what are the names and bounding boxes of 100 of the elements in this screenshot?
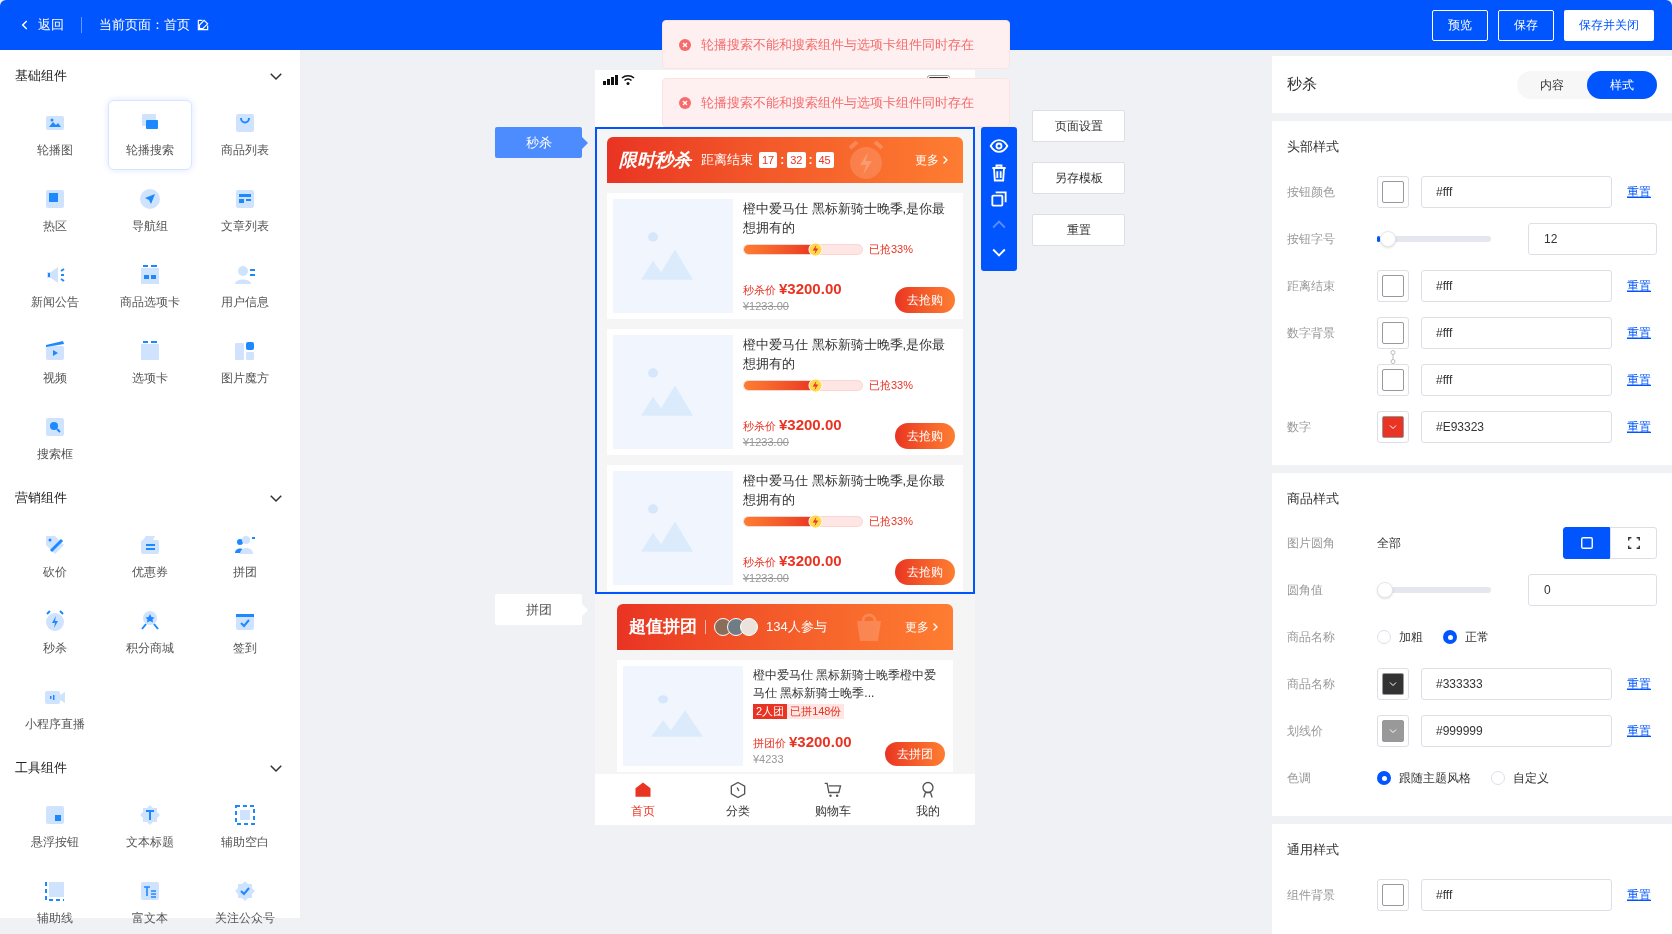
save-and-close-button[interactable]: 保存并关闭	[1564, 9, 1654, 41]
component-item[interactable]: 图片魔方	[203, 328, 288, 398]
radio-button[interactable]	[1377, 630, 1391, 644]
color-value-field[interactable]: #333333	[1421, 668, 1612, 700]
color-swatch[interactable]	[1377, 316, 1409, 349]
color-value-field[interactable]: #fff	[1421, 363, 1612, 396]
component-item[interactable]: 视频	[12, 328, 97, 398]
original-price: ¥1233.00	[743, 572, 790, 585]
component-item[interactable]: 搜索框	[12, 404, 97, 474]
page-action-button[interactable]: 另存模板	[1032, 162, 1125, 194]
reset-link[interactable]: 重置	[1627, 417, 1651, 436]
component-item[interactable]: 关注公众号	[203, 868, 288, 934]
single-corners-button[interactable]	[1610, 527, 1657, 559]
reset-link[interactable]: 重置	[1627, 722, 1651, 740]
number-field[interactable]: 0	[1528, 574, 1657, 606]
sold-percentage: 已抢33%	[869, 378, 914, 393]
reset-link[interactable]: 重置	[1627, 182, 1651, 201]
component-item[interactable]: 文章列表	[203, 176, 288, 246]
component-item[interactable]: 热区	[12, 176, 97, 246]
color-swatch[interactable]	[1377, 363, 1409, 396]
tab-bar-item[interactable]: 购物车	[785, 774, 880, 825]
radio-button[interactable]	[1443, 630, 1457, 644]
slider[interactable]	[1377, 230, 1491, 247]
trash-icon[interactable]	[989, 162, 1009, 183]
color-swatch[interactable]	[1377, 668, 1409, 700]
tab-icon	[138, 339, 162, 363]
product-name: 橙中爱马仕 黑标新骑士晚季,是你最想拥有的	[743, 336, 947, 373]
reset-link[interactable]: 重置	[1627, 323, 1651, 342]
reset-link[interactable]: 重置	[1627, 675, 1651, 693]
color-swatch[interactable]	[1377, 269, 1409, 302]
current-page-title: 当前页面：首页	[99, 16, 190, 35]
countdown-separator: :	[780, 152, 785, 169]
all-corners-button[interactable]	[1563, 527, 1610, 559]
copy-icon[interactable]	[989, 188, 1009, 209]
page-action-button[interactable]: 页面设置	[1032, 110, 1125, 142]
tab-bar-item[interactable]: 分类	[690, 774, 785, 825]
color-value-field[interactable]: #fff	[1421, 269, 1612, 302]
original-price: ¥4233	[753, 753, 785, 766]
group-buy-title: 超值拼团	[629, 616, 697, 639]
error-message: 轮播搜索不能和搜索组件与选项卡组件同时存在	[701, 35, 974, 54]
radio-label: 跟随主题风格	[1399, 770, 1471, 787]
component-item[interactable]: 优惠券	[108, 522, 192, 592]
component-item[interactable]: 悬浮按钮	[12, 792, 97, 862]
setting-label: 图片圆角	[1287, 535, 1336, 552]
original-price: ¥1233.00	[743, 436, 790, 449]
price-label: 秒杀价	[743, 282, 776, 298]
coupon-icon	[138, 533, 162, 557]
component-item[interactable]: 用户信息	[203, 252, 288, 322]
component-item[interactable]: 积分商城	[108, 598, 192, 668]
page-action-button[interactable]: 重置	[1032, 214, 1125, 246]
panel-title: 秒杀	[1287, 74, 1317, 95]
reset-link[interactable]: 重置	[1627, 276, 1651, 295]
color-swatch[interactable]	[1377, 715, 1409, 747]
component-item[interactable]: 轮播搜索	[108, 100, 192, 170]
number-field[interactable]: 12	[1528, 222, 1657, 255]
color-value-field[interactable]: #fff	[1421, 175, 1612, 208]
setting-label: 按钮字号	[1287, 230, 1336, 248]
component-item[interactable]: 拼团	[203, 522, 288, 592]
color-value-field[interactable]: #fff	[1421, 316, 1612, 349]
component-item[interactable]: 砍价	[12, 522, 97, 592]
product-name: 橙中爱马仕 黑标新骑士晚季橙中爱马仕 黑标新骑士晚季...	[753, 667, 938, 702]
component-item[interactable]: 商品选项卡	[108, 252, 192, 322]
panel-tab[interactable]: 内容	[1517, 70, 1587, 99]
edit-icon[interactable]	[196, 18, 210, 32]
component-item[interactable]: 商品列表	[203, 100, 288, 170]
component-item[interactable]: 新闻公告	[12, 252, 97, 322]
tab-bar-item[interactable]: 我的	[880, 774, 975, 825]
color-value-field[interactable]: #E93323	[1421, 410, 1612, 443]
group-title: 工具组件	[15, 759, 67, 778]
color-swatch[interactable]	[1377, 410, 1409, 443]
square-icon	[1579, 536, 1594, 550]
radio-button[interactable]	[1377, 771, 1391, 785]
component-item[interactable]: 选项卡	[108, 328, 192, 398]
toolbar-button[interactable]: 保存	[1498, 9, 1554, 41]
price: ¥3200.00	[779, 278, 842, 299]
toolbar-button[interactable]: 预览	[1432, 9, 1488, 41]
reset-link[interactable]: 重置	[1627, 885, 1651, 904]
component-item[interactable]: 辅助线	[12, 868, 97, 934]
panel-tab[interactable]: 样式	[1587, 70, 1657, 99]
reset-link[interactable]: 重置	[1627, 370, 1651, 389]
component-item[interactable]: 文本标题	[108, 792, 192, 862]
component-item[interactable]: 导航组	[108, 176, 192, 246]
component-item[interactable]: 秒杀	[12, 598, 97, 668]
tabs-icon	[138, 263, 162, 287]
tab-bar-item[interactable]: 首页	[595, 774, 690, 825]
component-item[interactable]: 辅助空白	[203, 792, 288, 862]
component-item[interactable]: 轮播图	[12, 100, 97, 170]
product-name: 橙中爱马仕 黑标新骑士晚季,是你最想拥有的	[743, 472, 947, 509]
color-value-field[interactable]: #999999	[1421, 715, 1612, 747]
setting-label: 圆角值	[1287, 582, 1324, 599]
slider[interactable]	[1377, 582, 1491, 598]
radio-button[interactable]	[1491, 771, 1505, 785]
back-button[interactable]: 返回	[18, 15, 64, 35]
price: ¥3200.00	[789, 731, 852, 752]
component-item[interactable]: 签到	[203, 598, 288, 668]
component-item[interactable]: 富文本	[108, 868, 192, 934]
color-swatch[interactable]	[1377, 175, 1409, 208]
color-value-field[interactable]: #fff	[1421, 878, 1612, 911]
color-swatch[interactable]	[1377, 878, 1409, 911]
component-item[interactable]: 小程序直播	[12, 674, 97, 744]
